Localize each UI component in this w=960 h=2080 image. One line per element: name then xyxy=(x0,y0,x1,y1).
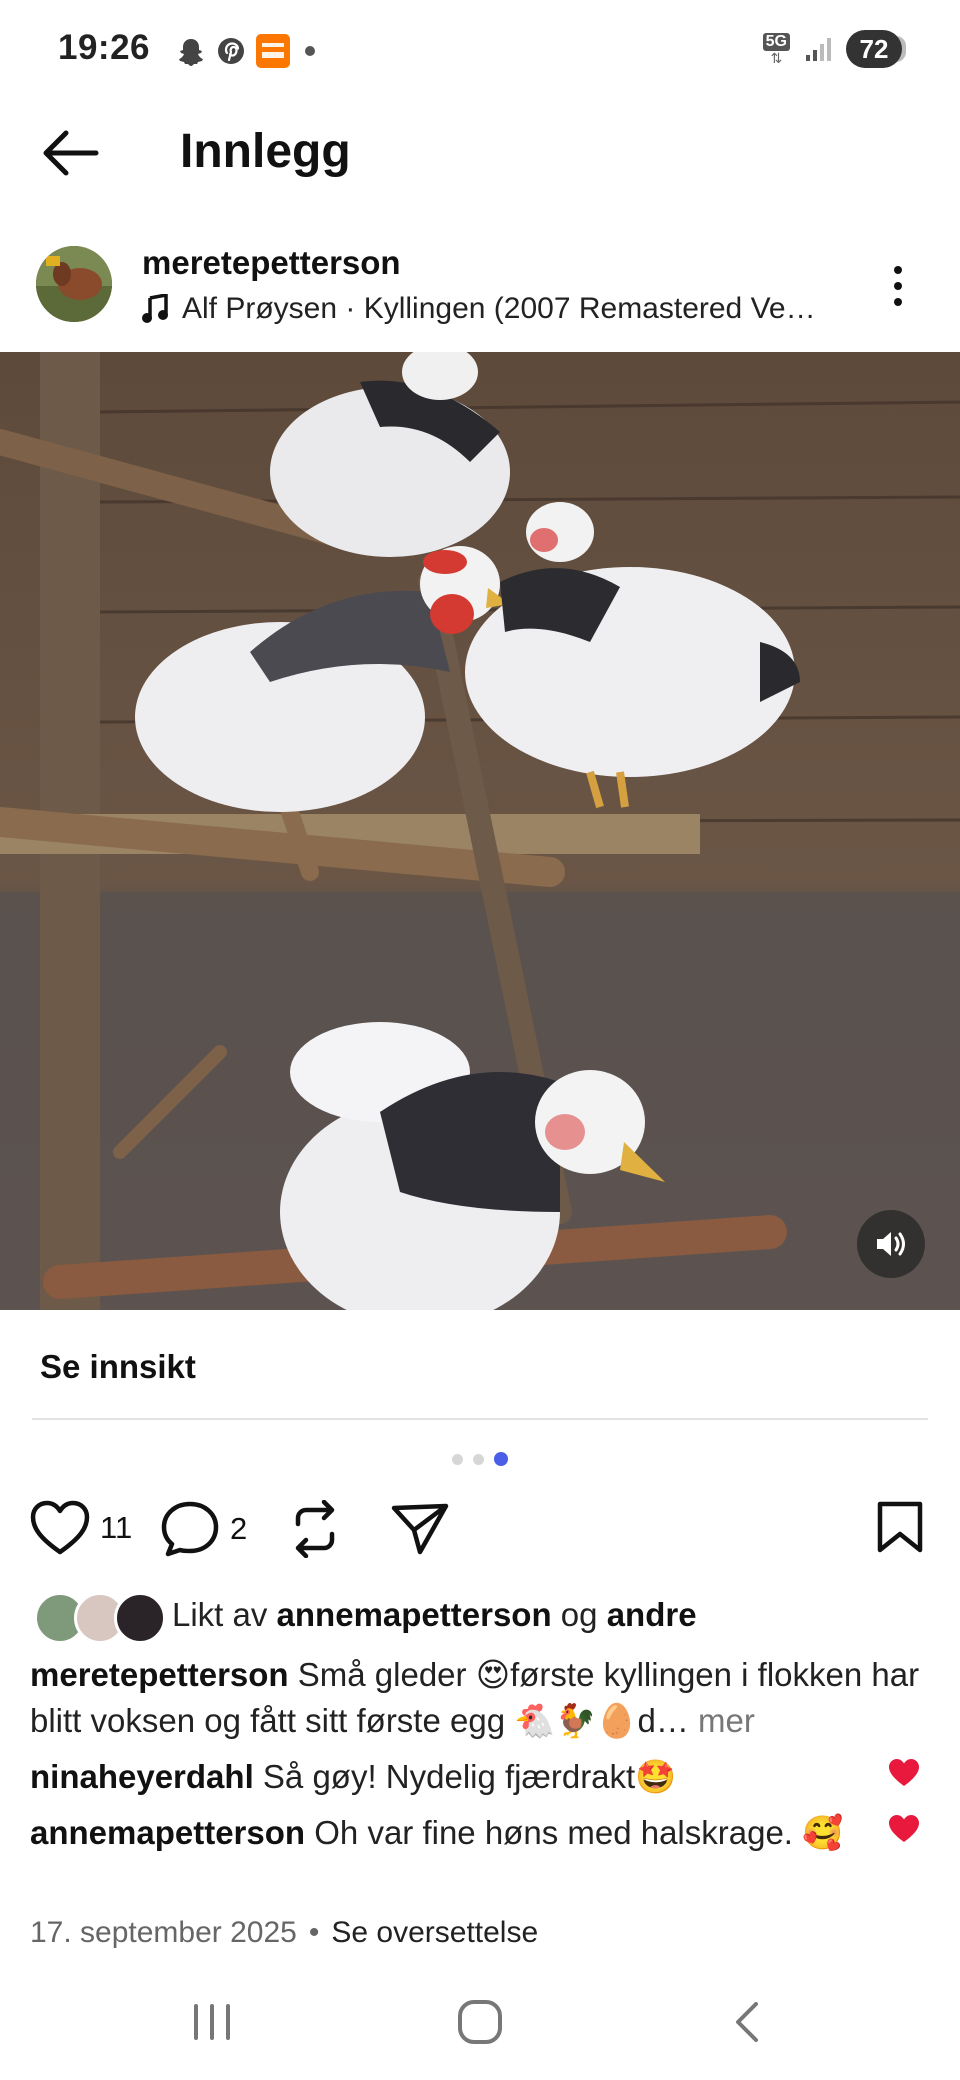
home-icon[interactable] xyxy=(450,1992,510,2052)
liked-by-avatars[interactable] xyxy=(34,1592,166,1644)
network-indicator: 5G ⇅ xyxy=(762,33,790,66)
comment-icon xyxy=(161,1501,219,1557)
speaker-icon xyxy=(877,1232,905,1256)
separator: • xyxy=(308,1916,320,1949)
music-attribution[interactable]: Alf Prøysen · Kyllingen (2007 Remastered… xyxy=(142,292,842,326)
comments-count: 2 xyxy=(230,1511,248,1546)
carousel-indicator xyxy=(452,1452,508,1466)
battery-level: 72 xyxy=(859,33,889,64)
comment-username[interactable]: ninaheyerdahl xyxy=(30,1758,254,1795)
post-caption: meretepetterson Små gleder 😍første kylli… xyxy=(30,1652,940,1744)
more-options-icon[interactable] xyxy=(886,262,910,310)
comment-text: Så gøy! Nydelig fjærdrakt🤩 xyxy=(262,1758,677,1795)
liked-by-others[interactable]: andre xyxy=(607,1596,697,1633)
avatar xyxy=(114,1592,166,1644)
comment-row: annemapetterson Oh var fine høns med hal… xyxy=(30,1810,870,1856)
translate-link[interactable]: Se oversettelse xyxy=(331,1916,538,1949)
author-avatar[interactable] xyxy=(36,246,112,322)
temu-icon xyxy=(256,34,290,68)
comment-text: Oh var fine høns med halskrage. 🥰 xyxy=(314,1814,844,1851)
status-time: 19:26 xyxy=(58,28,151,67)
like-action[interactable]: 11 xyxy=(30,1500,132,1556)
carousel-dot xyxy=(473,1453,484,1465)
page-title: Innlegg xyxy=(180,125,351,178)
dot-icon xyxy=(305,46,315,56)
battery-indicator: 72 xyxy=(846,30,906,68)
notification-icons xyxy=(176,34,320,68)
post-date-line: 17. september 2025 • Se oversettelse xyxy=(30,1916,538,1950)
recent-apps-icon[interactable] xyxy=(182,1992,242,2052)
share-icon[interactable] xyxy=(390,1502,450,1556)
signal-icon xyxy=(806,38,831,61)
bookmark-icon[interactable] xyxy=(876,1500,924,1554)
music-title: Alf Prøysen · Kyllingen (2007 Remastered… xyxy=(182,292,816,325)
post-date: 17. september 2025 xyxy=(30,1916,297,1949)
insights-link[interactable]: Se innsikt xyxy=(40,1348,196,1386)
pinterest-icon xyxy=(218,38,244,64)
data-arrows-icon: ⇅ xyxy=(770,50,783,66)
back-arrow-icon[interactable] xyxy=(38,125,102,181)
chickens-photo xyxy=(0,352,960,1310)
network-label: 5G xyxy=(762,33,790,51)
carousel-dot-active xyxy=(494,1452,508,1466)
back-nav-icon[interactable] xyxy=(718,1992,778,2052)
heart-icon xyxy=(30,1500,90,1555)
carousel-dot xyxy=(452,1453,463,1465)
comment-action[interactable]: 2 xyxy=(160,1500,247,1558)
comment-liked-heart-icon[interactable] xyxy=(888,1758,920,1788)
liked-by-text[interactable]: Likt av annemapetterson og andre xyxy=(172,1596,697,1634)
post-photo[interactable] xyxy=(0,352,960,1310)
music-note-icon xyxy=(142,294,168,323)
caption-username[interactable]: meretepetterson xyxy=(30,1656,289,1693)
repost-icon[interactable] xyxy=(288,1500,342,1558)
caption-more-link[interactable]: mer xyxy=(698,1702,755,1739)
liked-by-prefix: Likt av xyxy=(172,1596,268,1633)
comment-username[interactable]: annemapetterson xyxy=(30,1814,305,1851)
status-right: 5G ⇅ 72 xyxy=(762,30,906,68)
likes-count: 11 xyxy=(100,1510,133,1545)
author-username[interactable]: meretepetterson xyxy=(142,244,401,282)
comment-liked-heart-icon[interactable] xyxy=(888,1814,920,1844)
divider xyxy=(32,1418,928,1420)
snapchat-icon xyxy=(179,39,203,66)
avatar-image xyxy=(36,246,112,322)
comment-row: ninaheyerdahl Så gøy! Nydelig fjærdrakt🤩 xyxy=(30,1754,870,1800)
liked-by-user[interactable]: annemapetterson xyxy=(277,1596,552,1633)
liked-by-joiner: og xyxy=(560,1596,598,1633)
sound-toggle-button[interactable] xyxy=(857,1210,925,1278)
